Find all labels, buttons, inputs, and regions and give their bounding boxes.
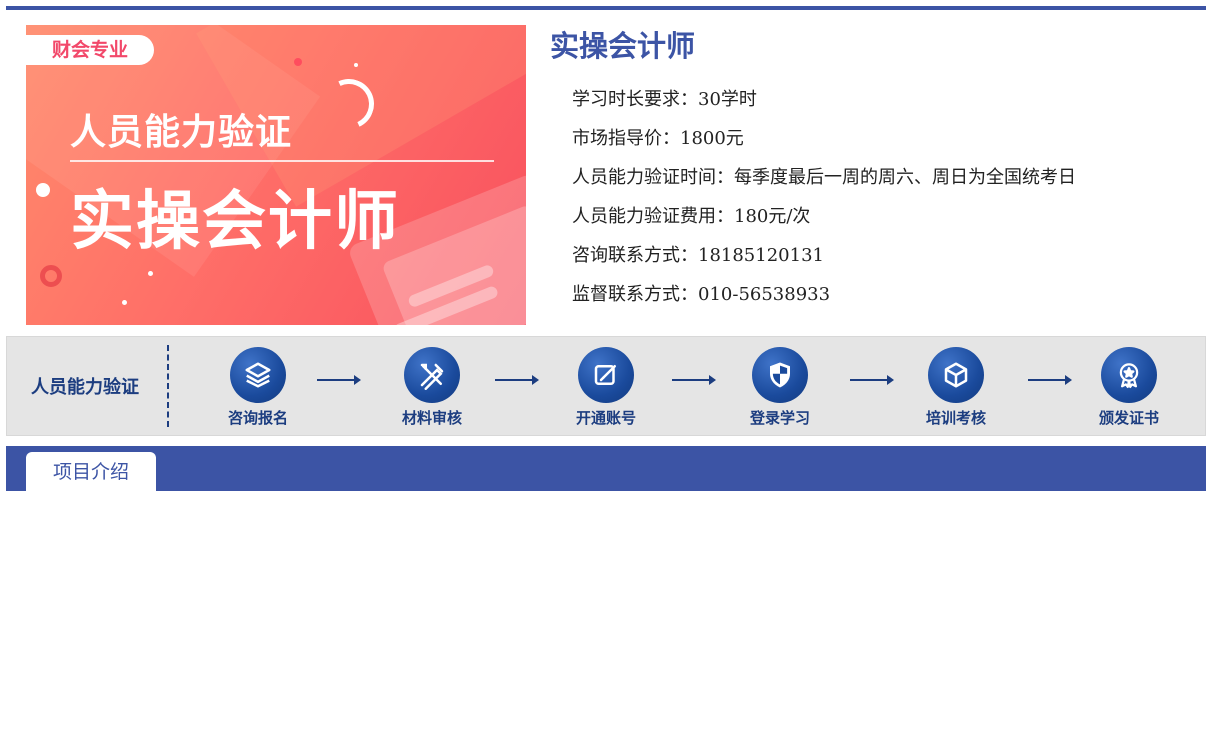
detail-value: 1800元 — [680, 128, 744, 149]
banner-decor — [294, 58, 302, 66]
detail-label: 监督联系方式： — [572, 284, 698, 305]
detail-value: 30学时 — [698, 89, 757, 110]
medal-icon — [1101, 347, 1157, 403]
banner-decor — [36, 183, 50, 197]
detail-value: 18185120131 — [698, 245, 824, 266]
edit-icon — [578, 347, 634, 403]
pencil-ruler-icon — [404, 347, 460, 403]
step-label: 颁发证书 — [1098, 409, 1159, 427]
process-label: 人员能力验证 — [31, 377, 139, 398]
step-login-study: 登录学习 — [730, 347, 830, 428]
detail-label: 市场指导价： — [572, 128, 680, 149]
step-issue-certificate: 颁发证书 — [1079, 347, 1179, 428]
layers-icon — [230, 347, 286, 403]
step-consult-signup: 咨询报名 — [208, 347, 308, 428]
step-label: 开通账号 — [575, 409, 636, 427]
banner-decor — [148, 271, 153, 276]
arrow-icon — [672, 375, 716, 385]
cube-icon — [928, 347, 984, 403]
step-training-exam: 培训考核 — [906, 347, 1006, 428]
banner-decor — [354, 63, 358, 67]
detail-label: 学习时长要求： — [572, 89, 698, 110]
tab-bar: 项目介绍 — [6, 446, 1206, 491]
detail-supervise-contact: 监督联系方式：010-56538933 — [572, 284, 1190, 323]
course-title: 实操会计师 — [550, 29, 696, 63]
banner-decor — [40, 265, 62, 287]
step-label: 咨询报名 — [227, 409, 288, 427]
course-banner-image: 财会专业 人员能力验证 实操会计师 — [26, 25, 526, 325]
detail-value: 010-56538933 — [698, 284, 831, 305]
detail-value: 每季度最后一周的周六、周日为全国统考日 — [734, 167, 1076, 188]
banner-main-title: 实操会计师 — [70, 185, 400, 259]
process-divider — [167, 345, 169, 427]
detail-label: 人员能力验证费用： — [572, 206, 734, 227]
course-details: 学习时长要求：30学时 市场指导价：1800元 人员能力验证时间：每季度最后一周… — [572, 89, 1190, 323]
arrow-icon — [495, 375, 539, 385]
detail-consult-contact: 咨询联系方式：18185120131 — [572, 245, 1190, 284]
process-flow: 人员能力验证 咨询报名 材料审核 开通账号 登录学习 培训考核 颁发证书 — [6, 336, 1206, 436]
detail-exam-time: 人员能力验证时间：每季度最后一周的周六、周日为全国统考日 — [572, 167, 1190, 206]
detail-label: 人员能力验证时间： — [572, 167, 734, 188]
detail-label: 咨询联系方式： — [572, 245, 698, 266]
top-accent-rule — [6, 6, 1206, 10]
step-label: 培训考核 — [925, 409, 986, 427]
banner-tag: 财会专业 — [26, 35, 154, 65]
banner-decor — [122, 300, 127, 305]
step-label: 材料审核 — [401, 409, 462, 427]
step-material-review: 材料审核 — [382, 347, 482, 428]
arrow-icon — [850, 375, 894, 385]
banner-divider — [70, 160, 494, 162]
detail-value: 180元/次 — [734, 206, 811, 227]
tab-project-intro[interactable]: 项目介绍 — [26, 452, 156, 491]
banner-subtitle: 人员能力验证 — [70, 112, 293, 153]
detail-study-hours: 学习时长要求：30学时 — [572, 89, 1190, 128]
detail-price: 市场指导价：1800元 — [572, 128, 1190, 167]
course-info: 实操会计师 学习时长要求：30学时 市场指导价：1800元 人员能力验证时间：每… — [550, 25, 1190, 323]
step-open-account: 开通账号 — [556, 347, 656, 428]
detail-exam-fee: 人员能力验证费用：180元/次 — [572, 206, 1190, 245]
arrow-icon — [317, 375, 361, 385]
arrow-icon — [1028, 375, 1072, 385]
step-label: 登录学习 — [749, 409, 810, 427]
shield-icon — [752, 347, 808, 403]
